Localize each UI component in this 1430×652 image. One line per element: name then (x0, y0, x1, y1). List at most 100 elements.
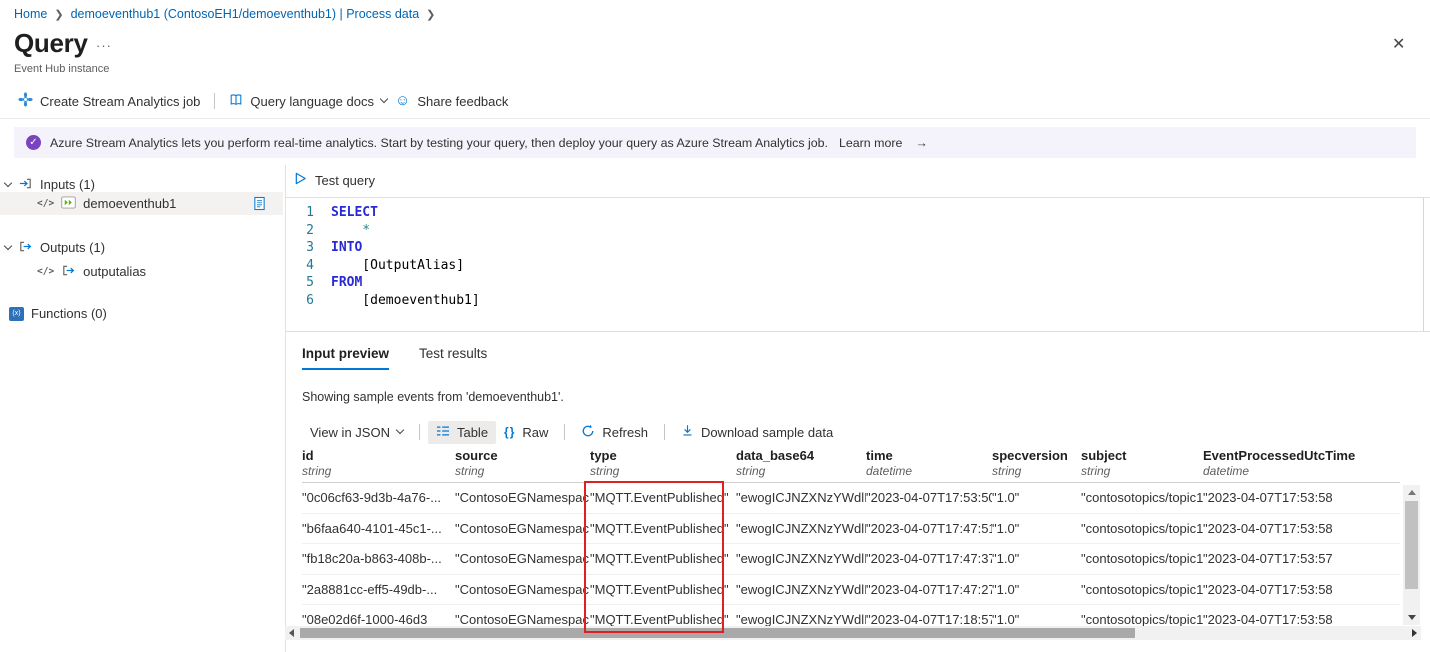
raw-label: Raw (522, 425, 548, 440)
learn-more-link[interactable]: Learn more (839, 136, 902, 150)
cell-data-base64: "ewogICJNZXNzYWdlIj... (736, 490, 866, 505)
scroll-left-arrow-icon[interactable] (289, 629, 294, 637)
refresh-button[interactable]: Refresh (573, 420, 656, 445)
page-subtitle: Event Hub instance (14, 63, 109, 75)
table-row[interactable]: "0c06cf63-9d3b-4a76-... "ContosoEGNamesp… (302, 483, 1400, 514)
chevron-down-icon (4, 178, 12, 186)
tab-test-results[interactable]: Test results (419, 346, 487, 370)
column-label: data_base64 (736, 448, 856, 463)
stream-analytics-icon (18, 92, 33, 110)
tab-input-preview[interactable]: Input preview (302, 346, 389, 370)
breadcrumb: Home ❯ demoeventhub1 (ContosoEH1/demoeve… (14, 7, 435, 21)
cell-time: "2023-04-07T17:47:27.... (866, 582, 992, 597)
column-header-specversion[interactable]: specversionstring (992, 448, 1081, 482)
column-type: datetime (866, 464, 982, 478)
column-type: string (302, 464, 445, 478)
cell-eventprocessedutctime: "2023-04-07T17:53:58 (1203, 582, 1400, 597)
query-language-docs-button[interactable]: Query language docs (225, 93, 391, 110)
sidebar-item-demoeventhub1[interactable]: </> demoeventhub1 (0, 192, 283, 215)
cell-data-base64: "ewogICJNZXNzYWdlIj... (736, 582, 866, 597)
scroll-right-arrow-icon[interactable] (1412, 629, 1417, 637)
create-stream-analytics-job-button[interactable]: Create Stream Analytics job (14, 92, 204, 110)
cell-id: "b6faa640-4101-45c1-... (302, 521, 455, 536)
braces-icon: {} (504, 425, 515, 439)
code-text: * (331, 222, 370, 240)
share-feedback-button[interactable]: ☺ Share feedback (391, 94, 512, 109)
table-row[interactable]: "b6faa640-4101-45c1-... "ContosoEGNamesp… (302, 514, 1400, 545)
cell-eventprocessedutctime: "2023-04-07T17:53:58 (1203, 612, 1400, 627)
cell-data-base64: "ewogICJNZXNzYWdlIj... (736, 521, 866, 536)
cell-time: "2023-04-07T17:18:57 (866, 612, 992, 627)
line-number: 2 (286, 222, 314, 240)
toolbar-divider (419, 424, 420, 440)
column-header-type[interactable]: typestring (590, 448, 736, 482)
sample-events-note: Showing sample events from 'demoeventhub… (302, 390, 564, 404)
line-number: 3 (286, 239, 314, 257)
vertical-scrollbar-thumb[interactable] (1405, 501, 1418, 589)
cell-specversion: "1.0" (992, 551, 1081, 566)
raw-view-button[interactable]: {} Raw (496, 421, 556, 444)
cell-subject: "contosotopics/topic1" (1081, 582, 1203, 597)
function-icon: (x) (9, 307, 24, 321)
code-line: 1SELECT (286, 204, 1430, 222)
column-type: string (736, 464, 856, 478)
view-in-json-label: View in JSON (310, 425, 390, 440)
code-text: FROM (331, 274, 362, 292)
cell-source: "ContosoEGNamespac... (455, 551, 590, 566)
functions-group-header[interactable]: (x) Functions (0) (9, 302, 107, 325)
cell-data-base64: "ewogICJNZXNzYWdlIj... (736, 551, 866, 566)
table-view-button[interactable]: Table (428, 421, 496, 444)
code-text: SELECT (331, 204, 378, 222)
create-job-label: Create Stream Analytics job (40, 94, 200, 109)
header-divider (0, 118, 1430, 119)
cell-eventprocessedutctime: "2023-04-07T17:53:58 (1203, 490, 1400, 505)
cell-data-base64: "ewogICJNZXNzYWdlIj (736, 612, 866, 627)
refresh-label: Refresh (602, 425, 648, 440)
cell-subject: "contosotopics/topic1" (1081, 612, 1203, 627)
sidebar-item-outputalias[interactable]: </> outputalias (0, 260, 146, 283)
refresh-icon (581, 424, 595, 441)
table-list-icon (436, 425, 450, 440)
download-sample-data-button[interactable]: Download sample data (673, 420, 841, 444)
breadcrumb-home-link[interactable]: Home (14, 7, 47, 21)
outputs-label: Outputs (1) (40, 240, 105, 255)
column-header-data-base64[interactable]: data_base64string (736, 448, 866, 482)
column-label: type (590, 448, 726, 463)
outputs-icon (18, 239, 33, 257)
column-label: subject (1081, 448, 1193, 463)
table-row[interactable]: "2a8881cc-eff5-49db-... "ContosoEGNamesp… (302, 575, 1400, 606)
column-header-time[interactable]: timedatetime (866, 448, 992, 482)
preview-toolbar: View in JSON Table {} Raw Refresh Downl (302, 419, 841, 445)
column-header-subject[interactable]: subjectstring (1081, 448, 1203, 482)
column-type: string (455, 464, 580, 478)
editor-scrollbar[interactable] (1423, 198, 1424, 331)
test-query-button[interactable]: Test query (294, 172, 375, 188)
horizontal-scrollbar[interactable] (285, 626, 1421, 640)
more-options-button[interactable]: ··· (96, 38, 112, 53)
close-icon[interactable]: ✕ (1392, 34, 1405, 54)
vertical-scrollbar[interactable] (1403, 485, 1420, 625)
table-row[interactable]: "fb18c20a-b863-408b-... "ContosoEGNamesp… (302, 544, 1400, 575)
scroll-down-arrow-icon[interactable] (1408, 615, 1416, 620)
query-blade: Home ❯ demoeventhub1 (ContosoEH1/demoeve… (0, 0, 1430, 652)
play-icon (294, 172, 307, 188)
book-icon (229, 93, 243, 110)
download-label: Download sample data (701, 425, 833, 440)
query-editor[interactable]: 1SELECT 2 * 3INTO 4 [OutputAlias] 5FROM … (286, 197, 1430, 332)
column-header-eventprocessedutctime[interactable]: EventProcessedUtcTimedatetime (1203, 448, 1400, 482)
column-header-source[interactable]: sourcestring (455, 448, 590, 482)
cell-time: "2023-04-07T17:47:37.... (866, 551, 992, 566)
banner-message: Azure Stream Analytics lets you perform … (50, 136, 828, 150)
chevron-down-icon (4, 241, 12, 249)
breadcrumb-processdata-link[interactable]: demoeventhub1 (ContosoEH1/demoeventhub1)… (71, 7, 420, 21)
column-header-id[interactable]: idstring (302, 448, 455, 482)
chevron-down-icon (396, 426, 404, 434)
column-label: EventProcessedUtcTime (1203, 448, 1390, 463)
outputs-group-header[interactable]: Outputs (1) (5, 236, 105, 259)
input-item-label: demoeventhub1 (83, 196, 176, 211)
scroll-up-arrow-icon[interactable] (1408, 490, 1416, 495)
view-in-json-dropdown[interactable]: View in JSON (302, 421, 411, 444)
document-icon[interactable] (253, 196, 266, 214)
line-number: 4 (286, 257, 314, 275)
code-icon: </> (37, 266, 54, 277)
